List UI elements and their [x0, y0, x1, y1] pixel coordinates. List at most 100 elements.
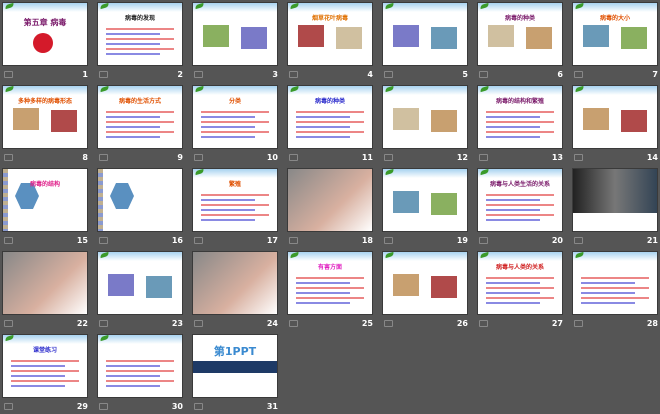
slide-image [393, 191, 419, 213]
slide-body-text [486, 108, 554, 141]
slide-thumbnail[interactable]: 第五章 病毒 [2, 2, 88, 66]
slide-number: 24 [266, 319, 278, 328]
slide-number: 22 [76, 319, 88, 328]
animation-icon [384, 237, 393, 244]
slide-thumbnail[interactable] [2, 251, 88, 315]
title-graphic [33, 33, 53, 53]
slide-title: 病毒的种类 [504, 15, 535, 22]
animation-icon [99, 320, 108, 327]
slide-header-sky [383, 3, 467, 12]
slide-thumbnail[interactable]: 病毒的大小 [572, 2, 658, 66]
animation-icon [194, 237, 203, 244]
animation-icon [194, 320, 203, 327]
slide-image [431, 27, 457, 49]
slide-thumbnail[interactable]: 病毒的生活方式 [97, 85, 183, 149]
slide-slot: 第1PPT 31 [192, 334, 278, 414]
slide-number: 14 [646, 153, 658, 162]
slide-title: 病毒与人类生活的关系 [489, 181, 550, 188]
slide-slot: 病毒与人类的关系 27 [477, 251, 563, 331]
slide-slot: 16 [97, 168, 183, 248]
animation-icon [289, 154, 298, 161]
slide-thumbnail[interactable]: 课堂练习 [2, 334, 88, 398]
slide-image [336, 27, 362, 49]
slide-thumbnail[interactable] [382, 2, 468, 66]
animation-icon [289, 71, 298, 78]
slide-thumbnail[interactable] [572, 251, 658, 315]
slide-header-sky [478, 3, 562, 12]
animation-icon [99, 154, 108, 161]
slide-thumbnail[interactable]: 病毒与人类生活的关系 [477, 168, 563, 232]
slide-number: 23 [171, 319, 183, 328]
slide-image [621, 110, 647, 132]
slide-header-sky [193, 86, 277, 95]
slide-body-text [581, 274, 649, 307]
slide-image [621, 27, 647, 49]
slide-thumbnail[interactable] [572, 168, 658, 232]
animation-icon [99, 71, 108, 78]
slide-image [193, 252, 277, 314]
slide-title: 病毒的大小 [599, 15, 630, 22]
slide-header-sky [98, 86, 182, 95]
slide-header-sky [3, 3, 87, 12]
slide-slot: 病毒的种类 6 [477, 2, 563, 82]
slide-title: 多种多样的病毒形态 [17, 98, 72, 105]
slide-thumbnail[interactable]: 多种多样的病毒形态 [2, 85, 88, 149]
slide-thumbnail[interactable]: 病毒与人类的关系 [477, 251, 563, 315]
animation-icon [4, 237, 13, 244]
slide-number: 26 [456, 319, 468, 328]
animation-icon [4, 154, 13, 161]
slide-thumbnail[interactable] [97, 168, 183, 232]
slide-slot: 病毒的种类 11 [287, 85, 373, 165]
slide-image [583, 25, 609, 47]
slide-thumbnail[interactable]: 烟草花叶病毒 [287, 2, 373, 66]
slide-thumbnail[interactable]: 病毒的结构和繁殖 [477, 85, 563, 149]
animation-icon [479, 71, 488, 78]
slide-slot: 19 [382, 168, 468, 248]
slide-number: 20 [551, 236, 563, 245]
slide-slot: 繁殖 17 [192, 168, 278, 248]
animation-icon [289, 237, 298, 244]
slide-thumbnail[interactable] [97, 334, 183, 398]
pattern-strip [98, 169, 103, 231]
slide-body-text [106, 357, 174, 390]
slide-slot: 26 [382, 251, 468, 331]
slide-slot: 烟草花叶病毒 4 [287, 2, 373, 82]
animation-icon [384, 320, 393, 327]
slide-thumbnail[interactable] [287, 168, 373, 232]
slide-thumbnail[interactable]: 病毒的种类 [477, 2, 563, 66]
slide-thumbnail[interactable] [97, 251, 183, 315]
slide-image [108, 274, 134, 296]
slide-thumbnail[interactable]: 病毒的结构 [2, 168, 88, 232]
slide-image [393, 25, 419, 47]
slide-header-sky [573, 3, 657, 12]
slide-thumbnail[interactable]: 病毒的种类 [287, 85, 373, 149]
slide-number: 1 [82, 70, 88, 79]
slide-image [288, 169, 372, 231]
slide-thumbnail[interactable] [382, 251, 468, 315]
slide-slot: 第五章 病毒 1 [2, 2, 88, 82]
slide-thumbnail[interactable] [382, 168, 468, 232]
slide-thumbnail[interactable]: 繁殖 [192, 168, 278, 232]
slide-image [241, 27, 267, 49]
animation-icon [384, 154, 393, 161]
slide-thumbnail[interactable] [192, 2, 278, 66]
slide-image [298, 25, 324, 47]
slide-thumbnail[interactable]: 第1PPT [192, 334, 278, 398]
slide-number: 5 [462, 70, 468, 79]
slide-thumbnail[interactable]: 有害方面 [287, 251, 373, 315]
slide-slot: 病毒与人类生活的关系 20 [477, 168, 563, 248]
animation-icon [4, 320, 13, 327]
slide-number: 9 [177, 153, 183, 162]
slide-thumbnail[interactable] [572, 85, 658, 149]
slide-thumbnail[interactable] [382, 85, 468, 149]
virus-diagram [110, 183, 134, 209]
slide-thumbnail[interactable] [192, 251, 278, 315]
slide-slot: 课堂练习 29 [2, 334, 88, 414]
slide-thumbnail[interactable]: 分类 [192, 85, 278, 149]
slide-title: 病毒的结构和繁殖 [495, 98, 544, 105]
slide-thumbnail[interactable]: 病毒的发现 [97, 2, 183, 66]
slide-number: 12 [456, 153, 468, 162]
animation-icon [4, 403, 13, 410]
slide-header-sky [573, 252, 657, 261]
slide-title: 病毒与人类的关系 [495, 264, 544, 271]
